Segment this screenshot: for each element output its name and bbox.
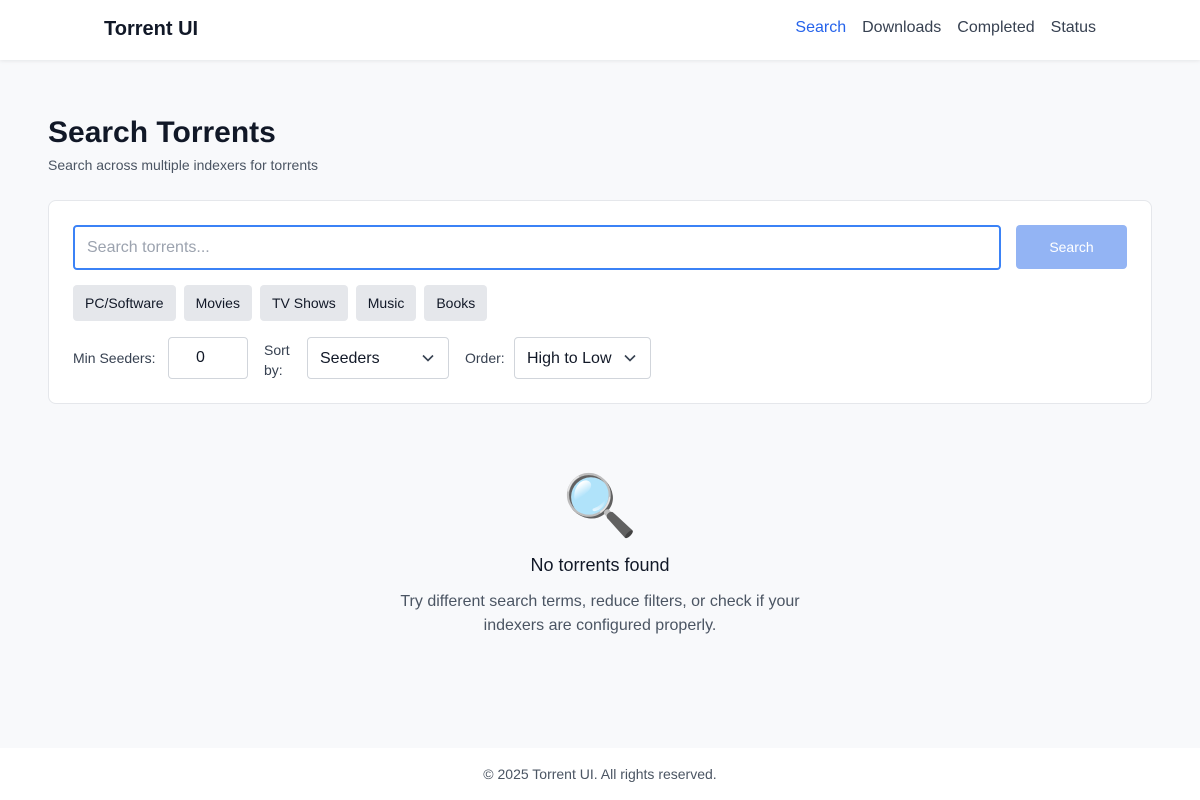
top-navbar: Torrent UI Search Downloads Completed St…	[0, 0, 1200, 60]
search-panel: Search PC/Software Movies TV Shows Music…	[48, 200, 1152, 404]
order-select[interactable]: High to Low	[514, 337, 651, 379]
sort-by-value: Seeders	[320, 350, 380, 367]
empty-state: 🔍 No torrents found Try different search…	[0, 470, 1200, 638]
footer-text: © 2025 Torrent UI. All rights reserved.	[483, 766, 717, 782]
chevron-down-icon	[422, 354, 434, 362]
search-button[interactable]: Search	[1016, 225, 1127, 269]
sort-by-label: Sort by:	[264, 342, 290, 378]
chevron-down-icon	[624, 354, 636, 362]
filter-row: Min Seeders: Sort by: Seeders Order: Hig…	[73, 337, 1073, 379]
category-pc-software[interactable]: PC/Software	[73, 285, 176, 321]
magnifying-glass-icon: 🔍	[562, 472, 638, 539]
sort-by-select[interactable]: Seeders	[307, 337, 449, 379]
page-title: Search Torrents	[48, 116, 276, 149]
category-movies[interactable]: Movies	[183, 285, 252, 321]
category-music[interactable]: Music	[355, 285, 417, 321]
nav-links: Search Downloads Completed Status	[795, 19, 1096, 37]
nav-link-downloads[interactable]: Downloads	[862, 19, 941, 37]
category-books[interactable]: Books	[424, 285, 488, 321]
category-filters: PC/Software Movies TV Shows Music Books	[73, 285, 488, 321]
page-subtitle: Search across multiple indexers for torr…	[48, 157, 318, 173]
empty-state-description: Try different search terms, reduce filte…	[400, 593, 800, 634]
brand-title[interactable]: Torrent UI	[104, 18, 198, 41]
nav-link-completed[interactable]: Completed	[957, 19, 1034, 37]
footer: © 2025 Torrent UI. All rights reserved.	[0, 748, 1200, 800]
category-tv-shows[interactable]: TV Shows	[259, 285, 348, 321]
min-seeders-input[interactable]	[168, 337, 248, 379]
nav-link-status[interactable]: Status	[1051, 19, 1096, 37]
order-label: Order:	[465, 350, 505, 366]
min-seeders-label: Min Seeders:	[73, 350, 156, 366]
empty-state-title: No torrents found	[530, 555, 670, 575]
nav-link-search[interactable]: Search	[795, 19, 846, 37]
order-value: High to Low	[527, 350, 612, 367]
search-input[interactable]	[73, 225, 1001, 270]
